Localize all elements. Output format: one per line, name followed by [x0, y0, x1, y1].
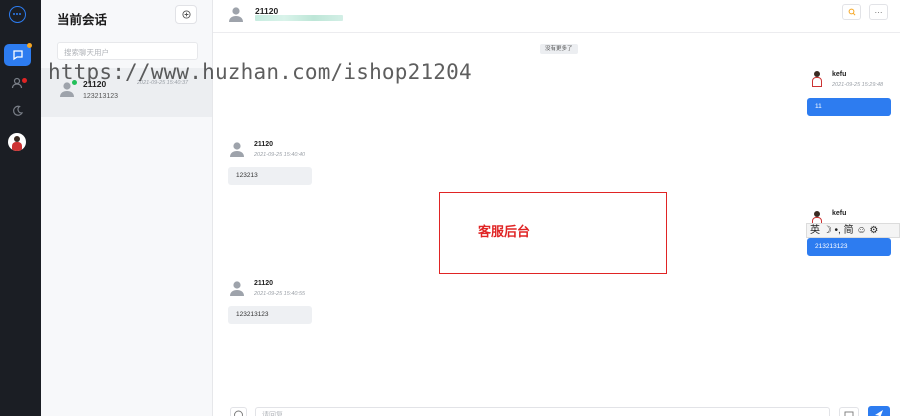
- message-bubble-out: 11: [807, 98, 891, 116]
- send-image-button[interactable]: [839, 407, 859, 416]
- paper-plane-icon: [875, 410, 883, 416]
- chat-header: 21120 ···: [213, 0, 900, 33]
- default-avatar-icon: [230, 142, 244, 157]
- message-sender: kefu: [832, 71, 847, 78]
- message-time: 2021-09-25 15:40:55: [254, 291, 306, 297]
- panel-title: 当前会话: [57, 13, 108, 27]
- more-options-button[interactable]: ···: [869, 4, 888, 20]
- nav-rail: [0, 0, 41, 416]
- agent-avatar: [810, 70, 824, 88]
- annotation-box: 客服后台: [439, 192, 667, 274]
- image-icon: [844, 411, 854, 416]
- notification-dot: [27, 43, 32, 48]
- chat-bubble-icon: [12, 50, 23, 61]
- emoji-button[interactable]: [230, 407, 247, 416]
- default-avatar-icon: [230, 281, 244, 296]
- message-composer: 请回复...: [213, 400, 900, 416]
- search-users-input[interactable]: 搜索聊天用户: [57, 42, 198, 60]
- conversation-preview: 123213123: [83, 93, 119, 100]
- search-icon: [848, 8, 855, 16]
- message-sender: 21120: [254, 141, 274, 148]
- logo-chat-icon: [9, 6, 26, 23]
- message-time: 2021-09-25 15:40:40: [254, 152, 306, 158]
- send-button[interactable]: [868, 406, 890, 416]
- default-avatar-icon: [229, 7, 243, 22]
- moon-icon: [12, 105, 24, 116]
- agent-avatar: [810, 210, 824, 224]
- message-time: 2021-09-25 15:29:48: [832, 82, 884, 88]
- message-sender: kefu: [832, 210, 847, 217]
- search-messages-button[interactable]: [842, 4, 861, 20]
- message-bubble-in: 123213123: [228, 306, 312, 324]
- ellipsis-icon: ···: [874, 7, 883, 17]
- annotation-label: 客服后台: [478, 224, 531, 239]
- nav-theme-button[interactable]: [11, 104, 24, 117]
- message-sender: 21120: [254, 280, 274, 287]
- message-input[interactable]: 请回复...: [255, 407, 830, 416]
- notification-dot: [22, 78, 27, 83]
- add-conversation-button[interactable]: [175, 5, 197, 24]
- watermark-text: https://www.huzhan.com/ishop21204: [48, 60, 472, 84]
- plus-circle-icon: [181, 10, 191, 19]
- smile-icon: [234, 410, 243, 416]
- chat-user-info-blurred: [255, 15, 343, 21]
- no-more-messages-badge: 没有更多了: [540, 44, 578, 54]
- message-bubble-in: 123213: [228, 167, 312, 185]
- agent-avatar[interactable]: [8, 133, 26, 151]
- message-bubble-out: 213213123: [807, 238, 891, 256]
- ime-toolbar: 英 ☽ •, 简 ☺ ⚙: [806, 223, 900, 238]
